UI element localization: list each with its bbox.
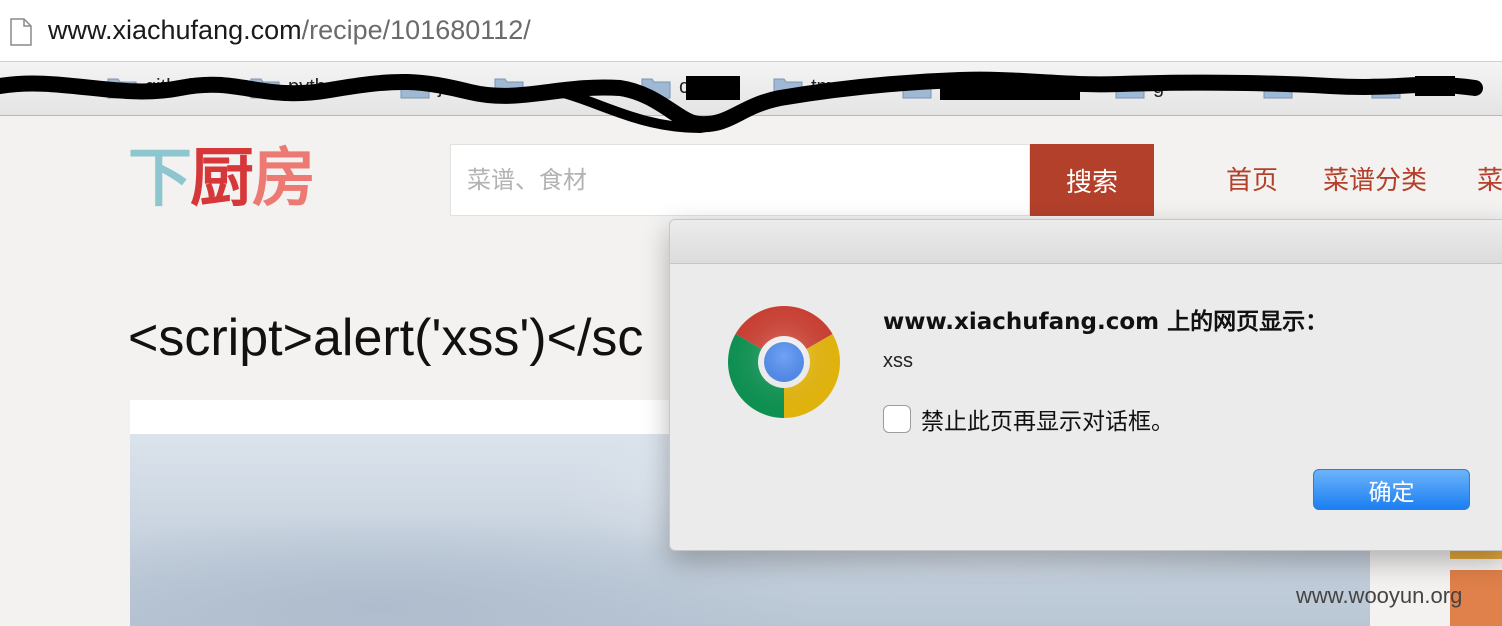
recipe-title: <script>alert('xss')</sc [128, 309, 644, 367]
bookmark-python[interactable]: python [250, 72, 348, 102]
suppress-dialogs-row[interactable]: 禁止此页再显示对话框。 [883, 402, 1174, 436]
chrome-icon [727, 306, 841, 418]
bookmark-folder[interactable] [1263, 72, 1301, 102]
page-icon [10, 18, 32, 46]
folder-icon [250, 78, 280, 99]
folder-icon [902, 78, 932, 99]
url-path: /recipe/101680112/ [301, 15, 531, 45]
logo-char: 房 [252, 142, 316, 216]
folder-icon [107, 78, 137, 99]
dialog-titlebar[interactable] [670, 220, 1502, 264]
bookmark-label: urse [576, 75, 615, 98]
folder-icon [400, 78, 430, 99]
bookmark-label: github [145, 75, 200, 98]
bookmark-label: j [438, 75, 443, 98]
bookmark-x[interactable]: x [1371, 72, 1471, 102]
dialog-message: xss [883, 350, 913, 372]
url-text[interactable]: www.xiachufang.com/recipe/101680112/ [48, 15, 531, 46]
logo-char: 下 [128, 142, 192, 216]
nav-more[interactable]: 菜 [1477, 160, 1502, 197]
bookmark-cra[interactable]: cra [641, 72, 707, 102]
bookmark-urse[interactable]: urse [494, 72, 615, 102]
dialog-heading: www.xiachufang.com 上的网页显示： [883, 309, 1329, 335]
bookmark-github[interactable]: github [107, 72, 200, 102]
nav-home[interactable]: 首页 [1226, 160, 1278, 197]
folder-icon [1263, 78, 1293, 99]
bookmark-label: x [1461, 75, 1471, 98]
bookmark-tmux[interactable]: tmux [773, 72, 854, 102]
bookmark-label: g [1153, 75, 1165, 98]
site-logo[interactable]: 下厨房 [128, 140, 344, 218]
search-input[interactable] [450, 144, 1030, 216]
bookmark-label: cra [679, 75, 707, 98]
suppress-dialogs-label[interactable]: 禁止此页再显示对话框。 [921, 402, 1174, 436]
suppress-dialogs-checkbox[interactable] [883, 405, 911, 433]
bookmark-label: tmux [811, 75, 855, 98]
folder-icon [1371, 78, 1401, 99]
bookmark-g[interactable]: g [1115, 72, 1164, 102]
folder-icon [494, 78, 524, 99]
bookmarks-bar: github python j urse cra tmux g x [0, 62, 1502, 116]
alert-dialog: www.xiachufang.com 上的网页显示： xss 禁止此页再显示对话… [669, 219, 1502, 551]
folder-icon [1115, 78, 1145, 99]
bookmark-folder[interactable] [902, 72, 940, 102]
ok-button[interactable]: 确定 [1313, 469, 1470, 510]
search-button[interactable]: 搜索 [1030, 144, 1154, 216]
folder-icon [773, 78, 803, 99]
watermark: www.wooyun.org [1296, 583, 1463, 608]
nav-recipe-categories[interactable]: 菜谱分类 [1323, 160, 1427, 197]
bookmark-j[interactable]: j [400, 72, 442, 102]
url-host: www.xiachufang.com [48, 15, 302, 45]
address-bar[interactable]: www.xiachufang.com/recipe/101680112/ [0, 0, 1502, 62]
folder-icon [641, 78, 671, 99]
logo-char: 厨 [190, 142, 254, 216]
bookmark-label: python [288, 75, 349, 98]
